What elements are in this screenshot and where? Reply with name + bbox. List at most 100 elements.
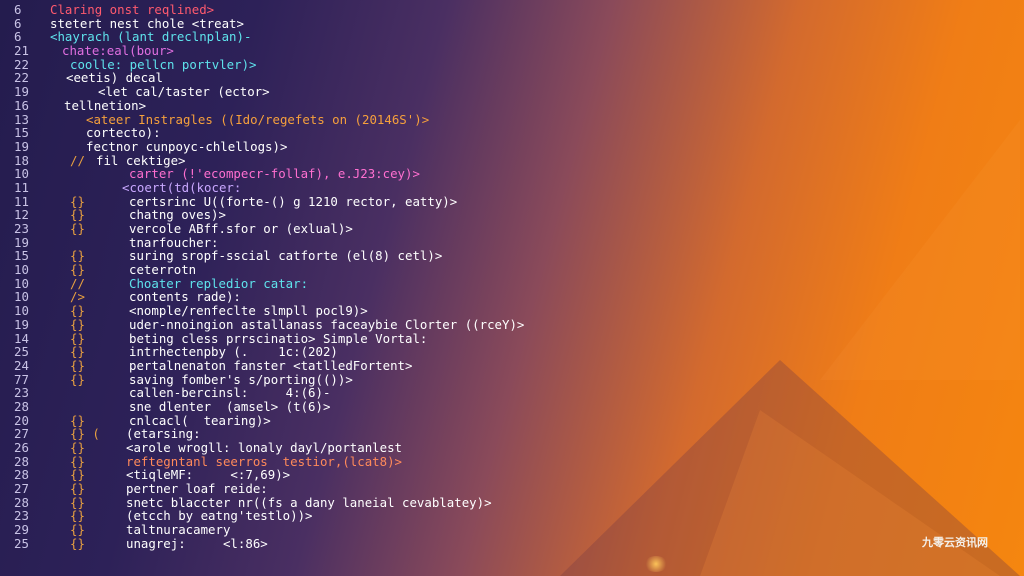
line-number: 16 (14, 97, 29, 113)
code-line: 11 <coert(td(kocer: (14, 181, 574, 195)
code-text: <nomple/renfeclte slmpll pocl9)> (129, 303, 368, 319)
line-number: 24 (14, 357, 29, 373)
code-text: Claring onst reqlined> (50, 2, 215, 17)
code-line: 15 {} suring sropf-sscial catforte (el(8) … (14, 249, 574, 263)
code-text: callen-bercinsl: 4:(6)- (129, 385, 331, 401)
line-number: 25 (14, 344, 29, 360)
code-line: 26 {} <arole wrogll: lonaly dayl/portanles… (14, 441, 574, 455)
gutter-marker: {} (70, 535, 85, 551)
line-number: 10 (14, 166, 29, 182)
line-number: 19 (14, 138, 29, 154)
code-line: 27 {} ((etarsing: (14, 427, 574, 441)
code-text: reftegntanl seerros testior,(lcat8)> (126, 453, 403, 469)
code-text: <eetis) decal (66, 70, 163, 86)
line-number: 6 (14, 2, 22, 17)
code-line: 28 {} snetc blaccter nr((fs a dany laneial… (14, 496, 574, 510)
line-number: 10 (14, 275, 29, 291)
code-text: contents rade): (129, 289, 241, 305)
line-number: 22 (14, 70, 29, 86)
code-line: 19 {} uder-nnoingion astallanass faceaybie… (14, 318, 574, 332)
code-text: <hayrach (lant dreclnplan)- (50, 29, 252, 45)
line-number: 23 (14, 221, 29, 236)
code-text: Choater repledior catar: (129, 275, 309, 291)
gutter-marker: {} (70, 522, 85, 538)
code-text: chatng oves)> (129, 207, 226, 223)
code-text: sne dlenter (amsel> (t(6)> (129, 398, 331, 414)
code-text: (etcch by eatng'testlo))> (126, 508, 313, 524)
code-text: <arole wrogll: lonaly dayl/portanlest (126, 440, 403, 455)
line-number: 20 (14, 412, 29, 428)
gutter-marker: {} (70, 221, 85, 236)
code-text: fectnor cunpoyc-chlellogs)> (86, 138, 288, 154)
code-line: 22 coolle: pellcn portvler)> (14, 58, 574, 72)
line-number: 28 (14, 398, 29, 414)
code-text: (etarsing: (126, 426, 201, 442)
code-text: <coert(td(kocer: (122, 179, 242, 195)
gutter-marker: // (70, 275, 85, 291)
line-number: 23 (14, 508, 29, 524)
code-line: 28 {} reftegntanl seerros testior,(lcat8)> (14, 453, 574, 469)
gutter-marker: {} (70, 262, 85, 278)
code-text: tnarfoucher: (129, 234, 219, 250)
code-text: snetc blaccter nr((fs a dany laneial cev… (126, 494, 492, 510)
gutter-marker: {} (70, 412, 85, 428)
code-text: pertner loaf reide: (126, 481, 268, 497)
code-line: 28 {} <tiqleMF: <:7,69)> (14, 468, 574, 482)
code-text: tellnetion> (64, 97, 147, 113)
code-line: 19 fectnor cunpoyc-chlellogs)> (14, 140, 574, 154)
code-text: certsrinc U((forte-() g 1210 rector, eat… (129, 193, 458, 209)
code-line: 10 /> contents rade): (14, 290, 574, 304)
line-number: 23 (14, 385, 29, 401)
code-text: <tiqleMF: <:7,69)> (126, 467, 291, 483)
code-text: intrhectenpby (. 1c:(202) (129, 344, 338, 360)
background-shard (820, 120, 1020, 380)
code-line: 27 {} pertner loaf reide: (14, 482, 574, 496)
code-editor: 6 Claring onst reqlined> 6 stetert nest cho… (14, 3, 574, 551)
code-line: 15 cortecto): (14, 126, 574, 140)
code-line: 13 <ateer Instragles ((Ido/regefets on (2… (14, 111, 574, 127)
gutter-marker: /> (70, 289, 85, 305)
line-number: 27 (14, 426, 29, 442)
gutter-marker: {} (70, 316, 85, 332)
code-text: chate:eal(bour> (62, 43, 174, 59)
gutter-marker: {} (70, 371, 85, 387)
code-line: 10 {} <nomple/renfeclte slmpll pocl9)> (14, 304, 574, 318)
code-text: suring sropf-sscial catforte (el(8) cetl… (129, 248, 443, 264)
background-shard (700, 410, 1000, 576)
code-line: 25 {} intrhectenpby (. 1c:(202) (14, 345, 574, 359)
line-number: 26 (14, 440, 29, 455)
code-line: 10 // Choater repledior catar: (14, 277, 574, 291)
code-text: beting cless prrscinatio> Simple Vortal: (129, 330, 428, 346)
line-number: 13 (14, 111, 29, 127)
line-number: 12 (14, 207, 29, 223)
code-text: <let cal/taster (ector> (98, 84, 270, 100)
line-number: 21 (14, 43, 29, 59)
gutter-marker: {} (70, 440, 85, 455)
line-number: 10 (14, 303, 29, 319)
code-text: carter (!'ecompecr-follaf), e.J23:cey)> (129, 166, 420, 182)
code-text: uder-nnoingion astallanass faceaybie Clo… (129, 316, 525, 332)
code-line: 14 {} beting cless prrscinatio> Simple Vor… (14, 330, 574, 346)
code-line: 6 Claring onst reqlined> (14, 3, 574, 17)
code-line: 21 chate:eal(bour> (14, 44, 574, 58)
line-number: 28 (14, 494, 29, 510)
code-line: 25 {} unagrej: <l:86> (14, 537, 574, 551)
code-line: 20 {} cnlcacl( tearing)> (14, 412, 574, 428)
gutter-marker: {} (70, 330, 85, 346)
line-number: 6 (14, 29, 22, 45)
line-number: 22 (14, 56, 29, 72)
code-text: saving fomber's s/porting(())> (129, 371, 353, 387)
line-number: 28 (14, 467, 29, 483)
line-number: 10 (14, 289, 29, 305)
line-number: 18 (14, 152, 29, 168)
code-line: 29 {} taltnuracamery (14, 523, 574, 537)
code-text: stetert nest chole <treat> (50, 15, 244, 31)
code-line: 23 {} vercole ABff.sfor or (exlual)> (14, 222, 574, 236)
code-line: 16 tellnetion> (14, 99, 574, 113)
gutter-marker: {} (70, 508, 85, 524)
gutter-marker: {} (70, 467, 85, 483)
line-number: 27 (14, 481, 29, 497)
gutter-marker: {} (70, 481, 85, 497)
light-glow (644, 556, 668, 572)
line-number: 11 (14, 193, 29, 209)
